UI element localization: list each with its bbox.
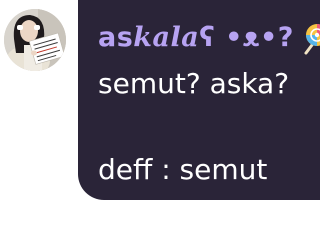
message-text-line-1: semut? aska? bbox=[98, 67, 290, 100]
message-text-line-2: deff : semut bbox=[98, 153, 268, 186]
sender-row: askalaʕ •ᴥ•? bbox=[98, 18, 320, 58]
sender-name[interactable]: askalaʕ •ᴥ•? bbox=[98, 18, 294, 58]
avatar[interactable] bbox=[4, 9, 66, 71]
chat-message: askalaʕ •ᴥ•? semut? aska? deff : semut bbox=[0, 0, 320, 248]
message-bubble: askalaʕ •ᴥ•? semut? aska? deff : semut bbox=[78, 0, 320, 200]
sender-name-prefix: as bbox=[98, 22, 134, 53]
sender-name-suffix: ʕ •ᴥ•? bbox=[199, 22, 294, 53]
lollipop-icon bbox=[298, 21, 320, 55]
sender-name-stylized: kala bbox=[133, 22, 200, 53]
avatar-photo bbox=[4, 9, 66, 71]
